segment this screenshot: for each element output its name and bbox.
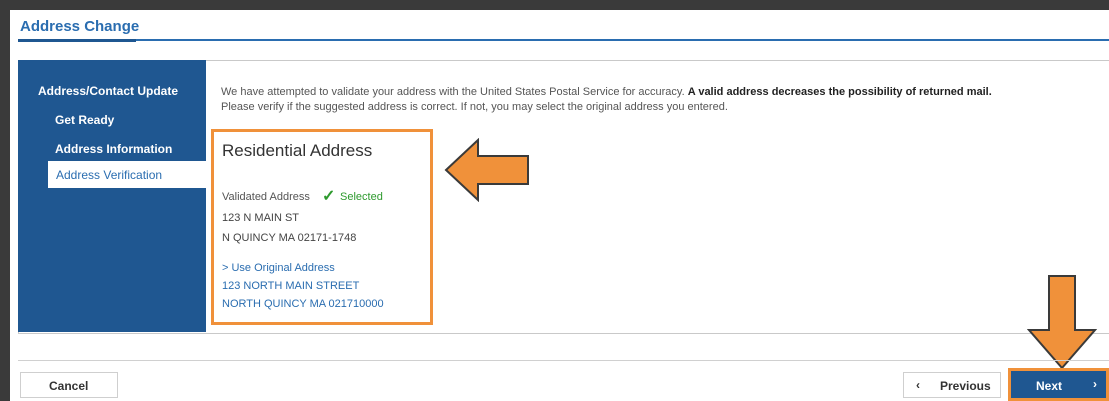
window-frame-top [0,0,1109,10]
original-address-line-2[interactable]: NORTH QUINCY MA 021710000 [222,298,384,310]
arrow-icon [444,138,529,202]
check-icon: ✓ [322,188,336,205]
use-original-address-link[interactable]: > Use Original Address [222,262,335,274]
intro-line-2: Please verify if the suggested address i… [221,101,728,113]
chevron-left-icon: ‹ [916,378,920,392]
footer-divider [18,360,1109,361]
intro-text: We have attempted to validate your addre… [221,85,1101,115]
sidebar [18,60,206,332]
validated-address-line-2: N QUINCY MA 02171-1748 [222,232,357,244]
window-frame-left [0,0,10,401]
title-underline [18,39,1109,41]
intro-sentence: We have attempted to validate your addre… [221,86,685,98]
previous-button[interactable]: ‹ Previous [903,372,1001,398]
selected-status: Selected [340,191,383,203]
validated-address-label: Validated Address [222,191,310,203]
cancel-button-label: Cancel [49,379,89,393]
cancel-button[interactable]: Cancel [20,372,118,398]
sidebar-item-get-ready[interactable]: Get Ready [55,113,114,127]
next-button[interactable]: Next › [1008,368,1109,401]
arrow-icon [1027,275,1097,370]
title-underline-accent [18,39,136,42]
previous-button-label: Previous [940,379,991,393]
original-address-line-1[interactable]: 123 NORTH MAIN STREET [222,280,359,292]
intro-bold-sentence: A valid address decreases the possibilit… [687,86,992,98]
sidebar-heading: Address/Contact Update [38,84,179,98]
sidebar-item-label: Address Verification [56,168,163,182]
chevron-right-icon: › [1093,377,1097,391]
sidebar-item-address-verification[interactable]: Address Verification [48,161,206,188]
next-button-label: Next [1036,379,1063,393]
page-title: Address Change [20,18,140,35]
address-card-title: Residential Address [222,141,373,160]
sidebar-item-address-information[interactable]: Address Information [55,142,172,156]
validated-address-line-1: 123 N MAIN ST [222,212,300,224]
